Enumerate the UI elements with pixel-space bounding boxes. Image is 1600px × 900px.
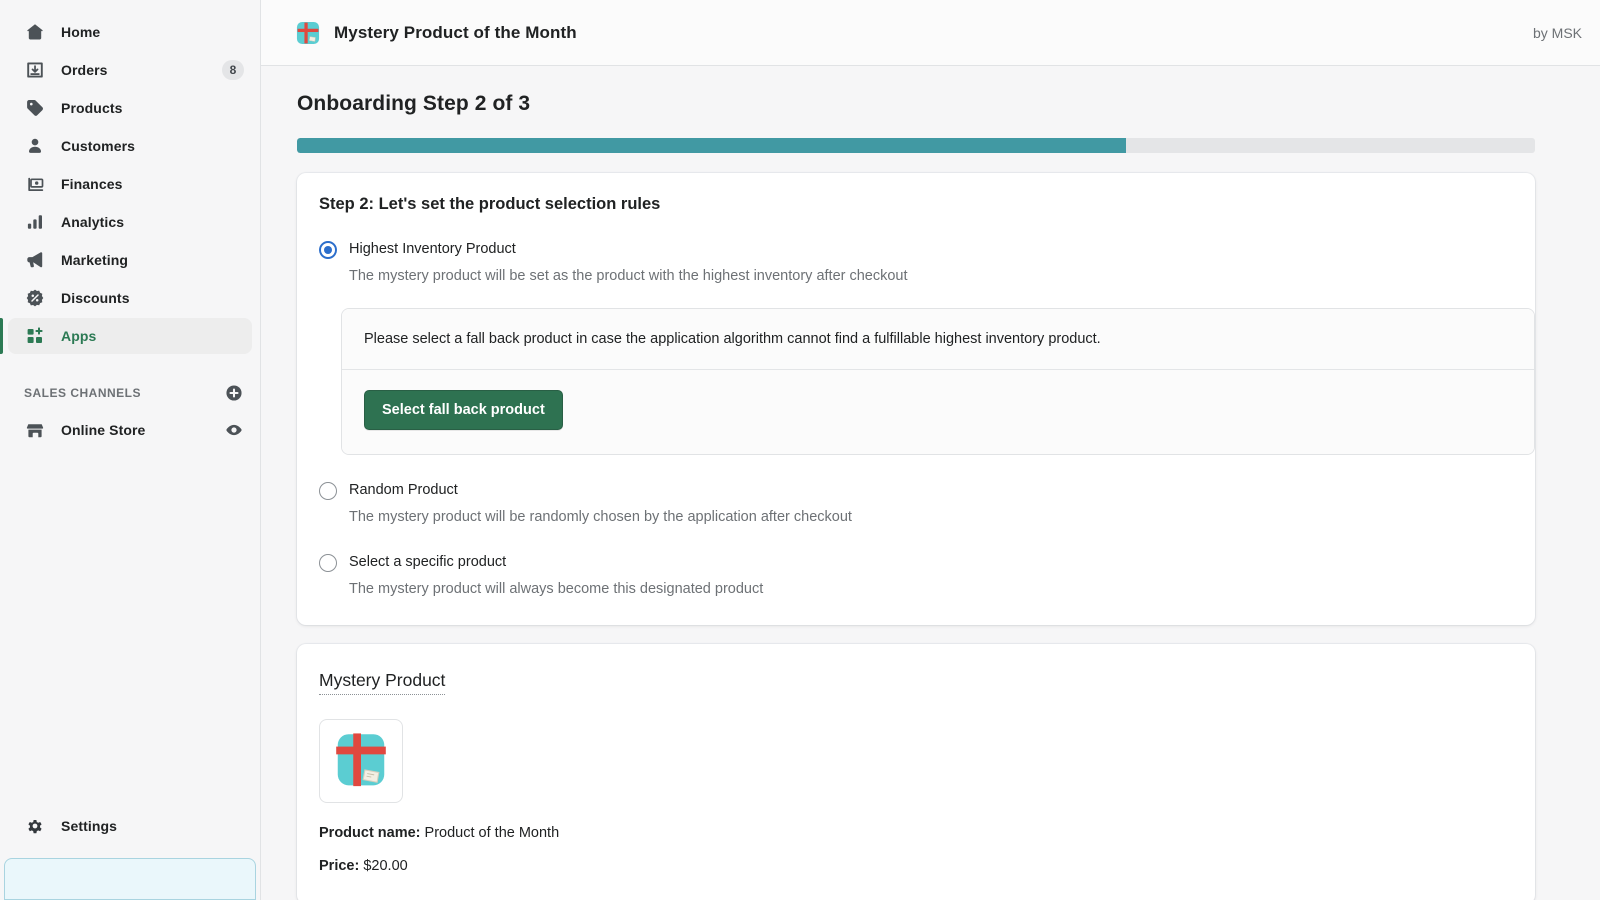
sales-channels-header: SALES CHANNELS (8, 376, 252, 410)
product-name-row: Product name: Product of the Month (319, 825, 1513, 841)
page-title: Onboarding Step 2 of 3 (297, 92, 1536, 116)
radio-option-highest-inventory[interactable]: Highest Inventory Product The mystery pr… (319, 240, 1513, 286)
product-price-row: Price: $20.00 (319, 858, 1513, 874)
app-author: by MSK (1533, 25, 1582, 41)
sidebar-item-label: Home (61, 24, 100, 40)
radio-button[interactable] (319, 241, 337, 259)
gift-box-app-icon (295, 20, 321, 46)
radio-description: The mystery product will be randomly cho… (349, 508, 852, 527)
mystery-product-card: Mystery Product Product name: (297, 644, 1535, 900)
sidebar-item-settings[interactable]: Settings (8, 808, 252, 844)
radio-description: The mystery product will be set as the p… (349, 267, 908, 286)
products-icon (24, 97, 46, 119)
gift-box-product-icon (330, 728, 392, 795)
sidebar-item-label: Apps (61, 328, 96, 344)
sidebar-item-online-store[interactable]: Online Store (8, 412, 252, 448)
product-price-key: Price: (319, 858, 359, 874)
radio-option-specific-product[interactable]: Select a specific product The mystery pr… (319, 553, 1513, 599)
sidebar: Home Orders 8 Products (0, 0, 261, 900)
sidebar-item-label: Orders (61, 62, 108, 78)
sidebar-item-orders[interactable]: Orders 8 (8, 52, 252, 88)
store-icon (24, 419, 46, 441)
sidebar-item-label: Discounts (61, 290, 130, 306)
radio-text-group: Random Product The mystery product will … (349, 481, 852, 527)
radio-label: Select a specific product (349, 553, 763, 572)
bottom-info-strip[interactable] (4, 858, 256, 900)
fallback-instruction-text: Please select a fall back product in cas… (342, 309, 1534, 370)
radio-text-group: Highest Inventory Product The mystery pr… (349, 240, 908, 286)
radio-button[interactable] (319, 482, 337, 500)
main-area: Mystery Product of the Month by MSK Onbo… (261, 0, 1600, 900)
sidebar-item-customers[interactable]: Customers (8, 128, 252, 164)
sidebar-item-label: Analytics (61, 214, 124, 230)
sidebar-item-finances[interactable]: Finances (8, 166, 252, 202)
radio-button[interactable] (319, 554, 337, 572)
sidebar-item-label: Finances (61, 176, 123, 192)
onboarding-progress-bar (297, 138, 1535, 153)
sidebar-item-label: Settings (61, 818, 117, 834)
sidebar-item-label: Products (61, 100, 122, 116)
sidebar-item-label: Marketing (61, 252, 128, 268)
orders-icon (24, 59, 46, 81)
app-topbar: Mystery Product of the Month by MSK (261, 0, 1600, 66)
sidebar-bottom: Settings (0, 808, 260, 900)
discounts-icon (24, 287, 46, 309)
sidebar-item-marketing[interactable]: Marketing (8, 242, 252, 278)
fallback-product-panel: Please select a fall back product in cas… (341, 308, 1535, 455)
plus-circle-icon[interactable] (224, 383, 244, 403)
finances-icon (24, 173, 46, 195)
product-thumbnail-frame (319, 719, 403, 803)
sidebar-item-analytics[interactable]: Analytics (8, 204, 252, 240)
radio-text-group: Select a specific product The mystery pr… (349, 553, 763, 599)
rules-card-title: Step 2: Let's set the product selection … (319, 195, 1513, 214)
customers-icon (24, 135, 46, 157)
sidebar-item-label: Customers (61, 138, 135, 154)
product-name-key: Product name: (319, 825, 421, 841)
select-fallback-product-button[interactable]: Select fall back product (364, 390, 563, 430)
app-root: Home Orders 8 Products (0, 0, 1600, 900)
orders-count-badge: 8 (222, 60, 244, 80)
fallback-action-row: Select fall back product (342, 370, 1534, 454)
app-title: Mystery Product of the Month (334, 23, 577, 43)
sidebar-item-home[interactable]: Home (8, 14, 252, 50)
sidebar-item-apps[interactable]: Apps (8, 318, 252, 354)
page-content: Onboarding Step 2 of 3 Step 2: Let's set… (261, 66, 1600, 900)
product-name-value: Product of the Month (425, 825, 560, 841)
sidebar-primary-nav: Home Orders 8 Products (0, 0, 260, 450)
radio-label: Highest Inventory Product (349, 240, 908, 259)
sidebar-item-products[interactable]: Products (8, 90, 252, 126)
analytics-icon (24, 211, 46, 233)
sidebar-item-label: Online Store (61, 422, 145, 438)
radio-option-random-product[interactable]: Random Product The mystery product will … (319, 481, 1513, 527)
radio-label: Random Product (349, 481, 852, 500)
selection-rules-card: Step 2: Let's set the product selection … (297, 173, 1535, 625)
marketing-icon (24, 249, 46, 271)
mystery-product-heading: Mystery Product (319, 670, 445, 695)
eye-icon[interactable] (224, 420, 244, 440)
product-price-value: $20.00 (363, 858, 407, 874)
progress-fill (297, 138, 1126, 153)
home-icon (24, 21, 46, 43)
apps-icon (24, 325, 46, 347)
gear-icon (24, 815, 46, 837)
sales-channels-title: SALES CHANNELS (24, 386, 141, 400)
sidebar-item-discounts[interactable]: Discounts (8, 280, 252, 316)
radio-description: The mystery product will always become t… (349, 580, 763, 599)
